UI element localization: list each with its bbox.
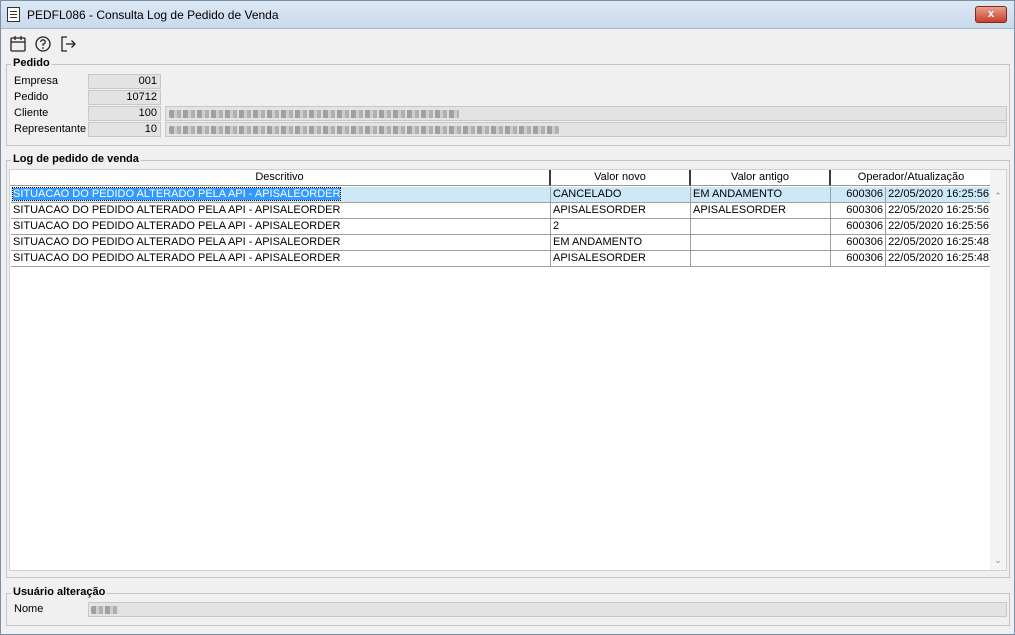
scroll-down-icon[interactable]: ⌄: [990, 552, 1006, 568]
cell-operador: 600306: [831, 235, 886, 251]
usuario-group-title: Usuário alteração: [11, 586, 108, 598]
cell-valor-novo: 2: [551, 219, 691, 235]
window-title: PEDFL086 - Consulta Log de Pedido de Ven…: [27, 8, 279, 22]
pedido-group: Pedido Empresa 001 Pedido 10712 Cliente …: [6, 57, 1010, 146]
cell-atualizacao: 22/05/2020 16:25:56: [886, 219, 992, 235]
pedido-field: 10712: [88, 90, 161, 105]
cliente-code-field: 100: [88, 106, 161, 121]
column-header-operador[interactable]: Operador/Atualização: [831, 170, 993, 186]
close-button[interactable]: x: [975, 6, 1007, 23]
table-header: Descritivo Valor novo Valor antigo Opera…: [10, 170, 993, 186]
representante-name-field: [165, 122, 1007, 137]
cell-descritivo: SITUACAO DO PEDIDO ALTERADO PELA API - A…: [11, 251, 551, 267]
cell-valor-antigo: [691, 235, 831, 251]
table-row[interactable]: SITUACAO DO PEDIDO ALTERADO PELA API - A…: [11, 203, 992, 219]
exit-icon[interactable]: [59, 35, 77, 53]
cell-atualizacao: 22/05/2020 16:25:48: [886, 235, 992, 251]
cell-operador: 600306: [831, 251, 886, 267]
column-header-valor-novo[interactable]: Valor novo: [551, 170, 691, 186]
empresa-label: Empresa: [14, 75, 59, 87]
vertical-scrollbar[interactable]: ⌃ ⌄: [990, 170, 1006, 570]
cell-descritivo: SITUACAO DO PEDIDO ALTERADO PELA API - A…: [11, 235, 551, 251]
cliente-name-field: [165, 106, 1007, 121]
cell-valor-antigo: EM ANDAMENTO: [691, 187, 831, 203]
cell-operador: 600306: [831, 187, 886, 203]
empresa-field: 001: [88, 74, 161, 89]
log-table: Descritivo Valor novo Valor antigo Opera…: [9, 169, 1007, 571]
cell-valor-antigo: APISALESORDER: [691, 203, 831, 219]
table-row[interactable]: SITUACAO DO PEDIDO ALTERADO PELA API - A…: [11, 235, 992, 251]
cell-valor-novo: CANCELADO: [551, 187, 691, 203]
column-header-valor-antigo[interactable]: Valor antigo: [691, 170, 831, 186]
table-row[interactable]: SITUACAO DO PEDIDO ALTERADO PELA API - A…: [11, 251, 992, 267]
representante-code-field: 10: [88, 122, 161, 137]
nome-label: Nome: [14, 603, 44, 615]
cell-valor-novo: APISALESORDER: [551, 203, 691, 219]
column-header-descritivo[interactable]: Descritivo: [10, 170, 551, 186]
cell-operador: 600306: [831, 203, 886, 219]
main-window: PEDFL086 - Consulta Log de Pedido de Ven…: [0, 0, 1015, 635]
scroll-up-icon[interactable]: ⌃: [990, 188, 1006, 204]
help-icon[interactable]: [34, 35, 52, 53]
representante-label: Representante: [14, 123, 87, 135]
cell-atualizacao: 22/05/2020 16:25:48: [886, 251, 992, 267]
cliente-label: Cliente: [14, 107, 49, 119]
cell-descritivo: SITUACAO DO PEDIDO ALTERADO PELA API - A…: [11, 187, 551, 203]
cell-operador: 600306: [831, 219, 886, 235]
usuario-group: Usuário alteração Nome: [6, 586, 1010, 626]
cell-descritivo: SITUACAO DO PEDIDO ALTERADO PELA API - A…: [11, 203, 551, 219]
table-row[interactable]: SITUACAO DO PEDIDO ALTERADO PELA API - A…: [11, 187, 992, 203]
cell-atualizacao: 22/05/2020 16:25:56: [886, 187, 992, 203]
table-row[interactable]: SITUACAO DO PEDIDO ALTERADO PELA API - A…: [11, 219, 992, 235]
cell-atualizacao: 22/05/2020 16:25:56: [886, 203, 992, 219]
pedido-label: Pedido: [14, 91, 49, 103]
title-bar: PEDFL086 - Consulta Log de Pedido de Ven…: [1, 1, 1014, 29]
cell-valor-novo: APISALESORDER: [551, 251, 691, 267]
log-group-title: Log de pedido de venda: [11, 153, 141, 165]
nome-field: [88, 602, 1007, 617]
cell-descritivo: SITUACAO DO PEDIDO ALTERADO PELA API - A…: [11, 219, 551, 235]
document-icon: [7, 7, 20, 22]
toolbar: [1, 31, 1014, 57]
pedido-group-title: Pedido: [11, 57, 52, 69]
cell-valor-novo: EM ANDAMENTO: [551, 235, 691, 251]
cell-valor-antigo: [691, 219, 831, 235]
calendar-icon[interactable]: [9, 35, 27, 53]
cell-valor-antigo: [691, 251, 831, 267]
